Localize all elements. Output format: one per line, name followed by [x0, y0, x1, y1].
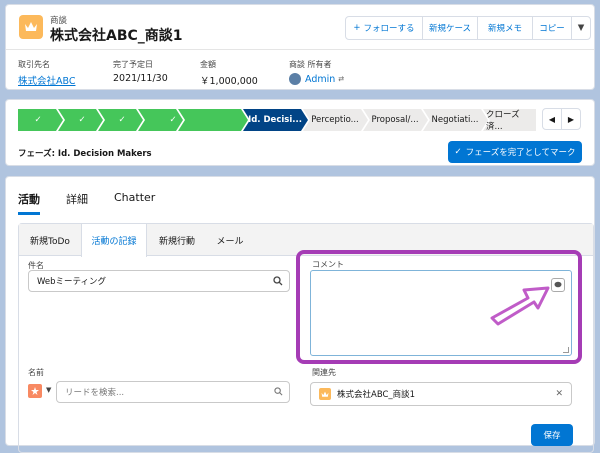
check-icon: ✓: [454, 147, 462, 157]
path-stage-current[interactable]: Id. Decisi...: [246, 109, 304, 131]
close-icon[interactable]: ✕: [555, 389, 563, 399]
follow-button[interactable]: + フォローする: [345, 16, 423, 40]
record-header: 商談 株式会社ABC_商談1 + フォローする 新規ケース 新規メモ コピー ▼…: [5, 4, 595, 90]
change-owner-icon[interactable]: ⇄: [338, 75, 344, 83]
field-amount: 金額 ￥1,000,000: [200, 60, 258, 87]
name-label: 名前: [28, 368, 44, 377]
save-button[interactable]: 保存: [531, 424, 573, 446]
mark-complete-button[interactable]: ✓ フェーズを完了としてマーク: [448, 141, 582, 163]
divider: [6, 49, 594, 50]
plus-icon: +: [353, 23, 361, 33]
path-stage-1[interactable]: ✓: [18, 109, 58, 131]
crown-icon: [319, 388, 331, 400]
chevron-down-icon: ▼: [577, 23, 585, 33]
tab-details[interactable]: 詳細: [66, 191, 88, 215]
path-stage-4[interactable]: ✓: [143, 109, 203, 131]
lead-icon[interactable]: [28, 384, 42, 398]
chevron-right-icon: ▶: [567, 114, 575, 124]
path-stage-8[interactable]: Negotiati...: [426, 109, 484, 131]
more-actions-button[interactable]: ▼: [571, 16, 591, 40]
path-stage-6[interactable]: Perceptio...: [306, 109, 364, 131]
crown-icon: [19, 15, 43, 39]
header-actions: + フォローする 新規ケース 新規メモ コピー ▼: [345, 16, 591, 40]
tab-chatter[interactable]: Chatter: [114, 191, 155, 215]
subject-input[interactable]: Webミーティング: [28, 270, 290, 292]
related-record-pill[interactable]: 株式会社ABC_商談1 ✕: [310, 382, 572, 406]
path-stage-7[interactable]: Proposal/...: [366, 109, 424, 131]
path-next-button[interactable]: ▶: [561, 108, 581, 130]
related-label: 関連先: [312, 368, 336, 377]
path-stages: ✓ ✓ ✓ ✓ Id. Decisi... Perceptio... Propo…: [18, 109, 536, 132]
field-close-date: 完了予定日 2021/11/30: [113, 60, 168, 84]
current-phase-label: フェーズ: Id. Decision Makers: [18, 149, 152, 159]
sales-path: ✓ ✓ ✓ ✓ Id. Decisi... Perceptio... Propo…: [5, 99, 595, 166]
avatar: [289, 73, 301, 85]
new-case-button[interactable]: 新規ケース: [422, 16, 478, 40]
tab-activity[interactable]: 活動: [18, 191, 40, 215]
path-prev-button[interactable]: ◀: [542, 108, 562, 130]
arrow-annotation-icon: [490, 286, 550, 326]
record-tabs: 活動 詳細 Chatter: [18, 191, 181, 215]
search-icon: [274, 387, 283, 399]
tab-log-call[interactable]: 活動の記録: [81, 224, 147, 257]
tab-new-event[interactable]: 新規行動: [147, 224, 207, 256]
name-search-input[interactable]: リードを検索...: [56, 381, 290, 403]
chevron-left-icon: ◀: [548, 114, 556, 124]
path-stage-9[interactable]: クローズ済...: [486, 109, 536, 132]
tab-new-todo[interactable]: 新規ToDo: [19, 224, 81, 256]
tab-email[interactable]: メール: [207, 224, 253, 256]
field-owner: 商談 所有者 Admin ⇄: [289, 60, 345, 85]
account-link[interactable]: 株式会社ABC: [18, 73, 75, 87]
path-stage-3[interactable]: ✓: [103, 109, 141, 131]
chevron-down-icon[interactable]: ▼: [46, 386, 51, 394]
path-stage-2[interactable]: ✓: [63, 109, 101, 131]
owner-link[interactable]: Admin: [305, 74, 335, 85]
search-icon: [273, 276, 283, 289]
record-title: 株式会社ABC_商談1: [50, 28, 183, 44]
new-memo-button[interactable]: 新規メモ: [477, 16, 533, 40]
field-account: 取引先名 株式会社ABC: [18, 60, 76, 87]
copy-button[interactable]: コピー: [532, 16, 572, 40]
